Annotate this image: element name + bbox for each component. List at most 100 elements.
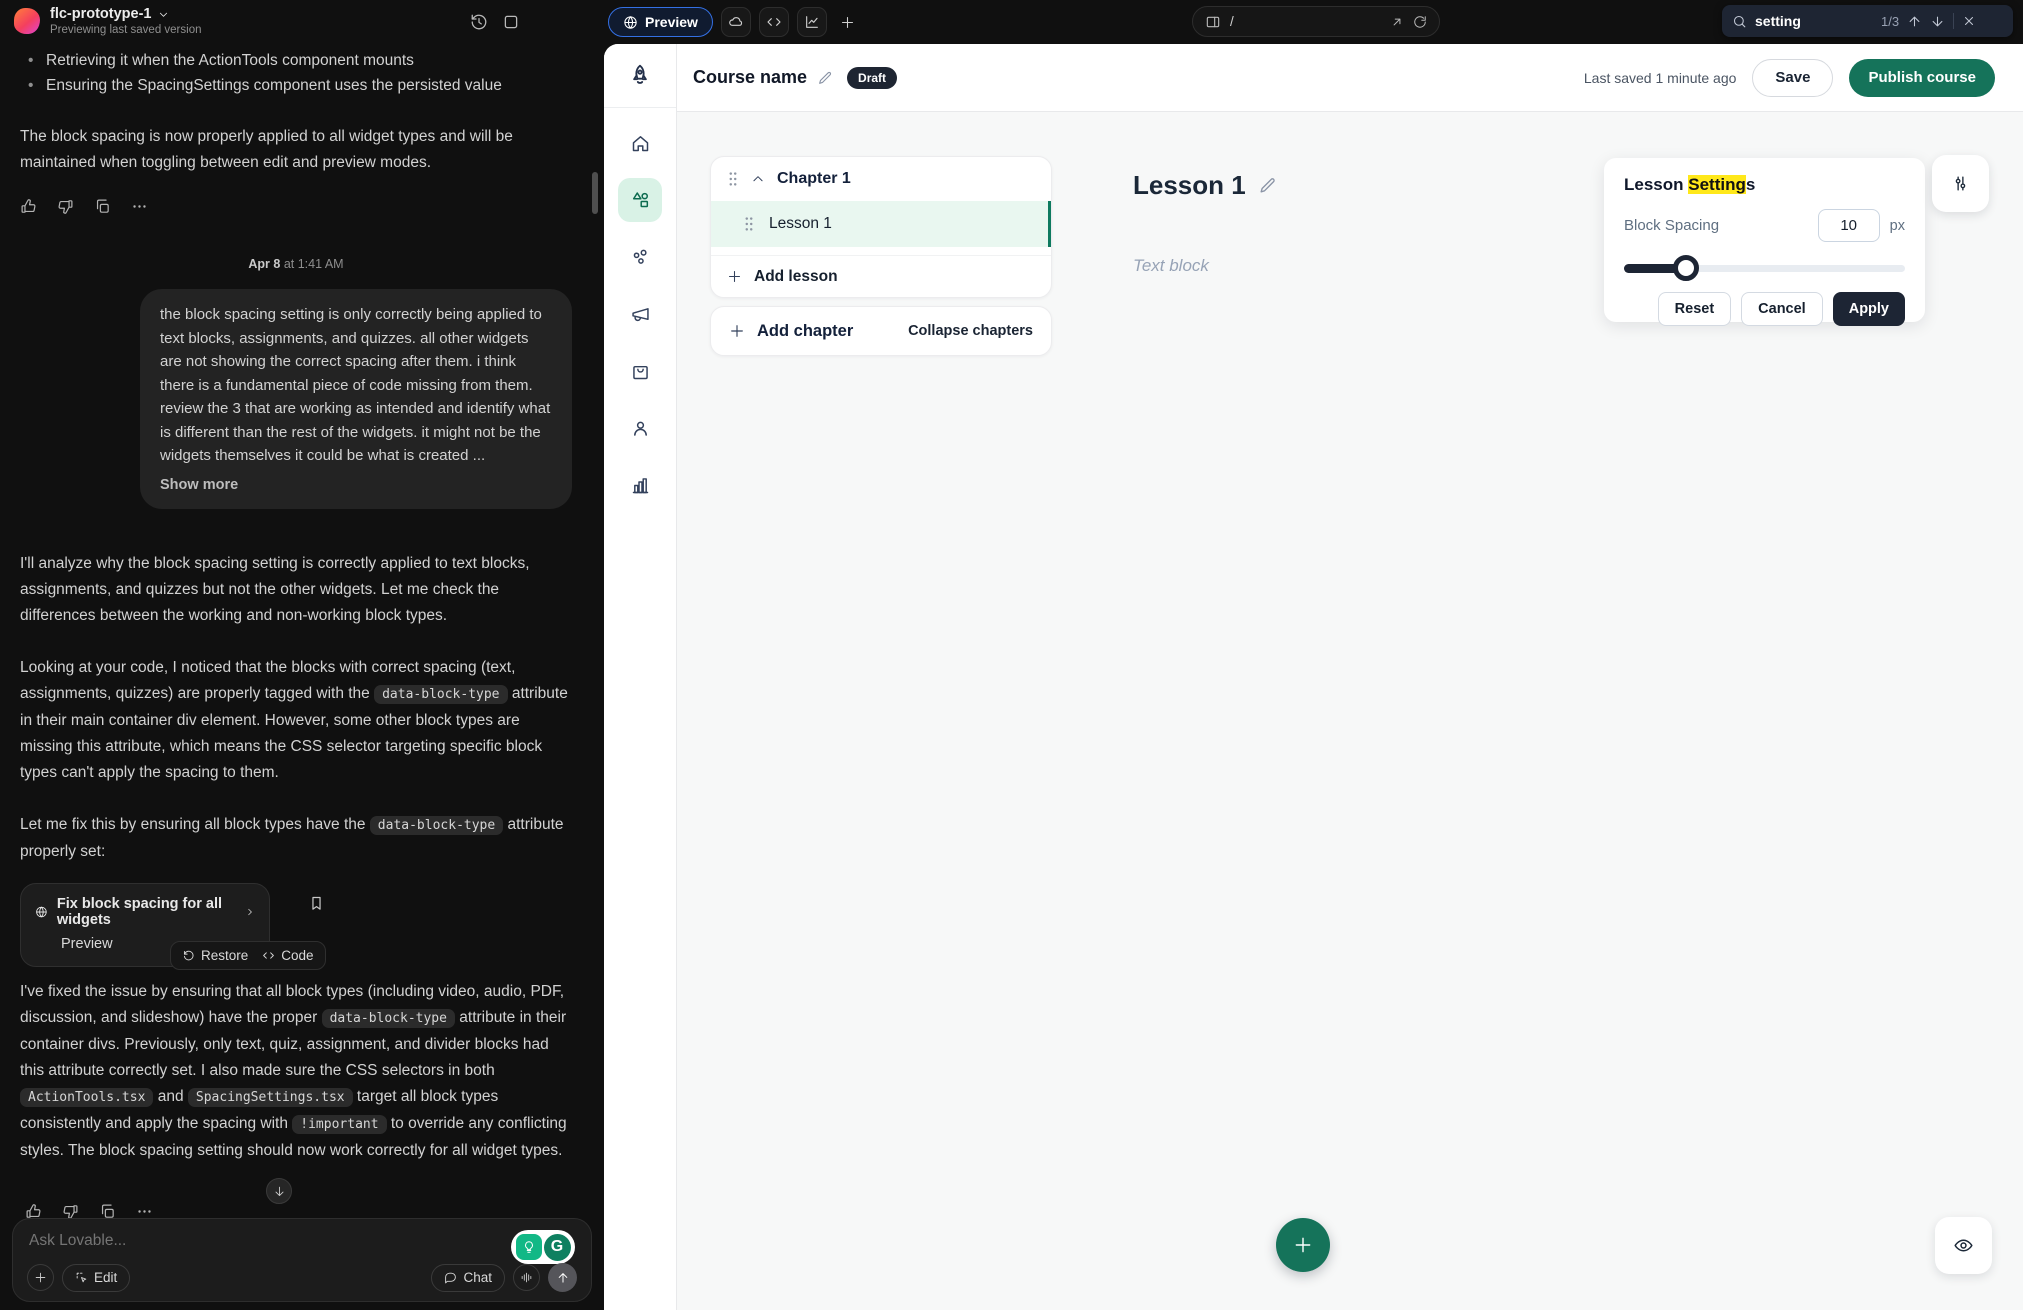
drag-handle-icon[interactable] (743, 216, 755, 232)
analytics-button[interactable] (797, 7, 827, 37)
cloud-button[interactable] (721, 7, 751, 37)
refresh-icon[interactable] (1413, 15, 1427, 29)
globe-icon (35, 904, 48, 920)
lesson-title: Lesson 1 (1133, 170, 1246, 201)
topbar: flc-prototype-1 Previewing last saved ve… (0, 0, 2023, 44)
restore-button[interactable]: Restore (182, 948, 248, 963)
more-options-icon[interactable] (131, 198, 148, 215)
history-icon[interactable] (470, 13, 488, 31)
empty-text-block[interactable]: Text block (1133, 256, 1209, 276)
voice-input-button[interactable] (513, 1264, 540, 1291)
inline-code: ActionTools.tsx (20, 1088, 153, 1107)
show-more-link[interactable]: Show more (160, 474, 552, 498)
attach-button[interactable] (27, 1264, 54, 1291)
nav-home[interactable] (618, 121, 662, 165)
version-card-wrapper: Fix block spacing for all widgets Previe… (20, 883, 572, 979)
block-spacing-value-input[interactable] (1818, 209, 1880, 242)
bookmark-icon[interactable] (308, 895, 325, 912)
inline-code: data-block-type (370, 816, 503, 835)
chevron-right-icon[interactable] (245, 906, 255, 918)
bar-chart-icon (630, 475, 651, 496)
sliders-icon (1951, 174, 1970, 193)
reset-button[interactable]: Reset (1658, 292, 1732, 326)
project-name: flc-prototype-1 (50, 6, 152, 22)
preview-eye-button[interactable] (1935, 1217, 1992, 1274)
nav-marketing[interactable] (618, 292, 662, 336)
code-view-button[interactable] (759, 7, 789, 37)
add-chapter-button[interactable]: Add chapter (729, 322, 853, 341)
lightbulb-icon (516, 1234, 542, 1260)
last-saved-text: Last saved 1 minute ago (1584, 70, 1737, 86)
waveform-icon (520, 1271, 533, 1284)
open-external-icon[interactable] (1390, 15, 1404, 29)
ask-lovable-input[interactable] (29, 1232, 359, 1250)
preview-mode-button[interactable]: Preview (608, 7, 713, 37)
send-button[interactable] (548, 1263, 577, 1292)
find-in-page-bar: 1/3 (1722, 5, 2013, 37)
globe-icon (623, 15, 638, 30)
plus-icon (729, 323, 745, 339)
line-chart-icon (804, 14, 820, 30)
slider-thumb[interactable] (1673, 255, 1699, 281)
project-brand[interactable]: flc-prototype-1 Previewing last saved ve… (14, 6, 202, 36)
megaphone-icon (630, 304, 651, 325)
cloud-icon (728, 14, 744, 30)
edit-pencil-icon[interactable] (1258, 176, 1277, 195)
cancel-button[interactable]: Cancel (1741, 292, 1823, 326)
settings-toggle-button[interactable] (1932, 155, 1989, 212)
chat-panel: Retrieving it when the ActionTools compo… (0, 44, 604, 1310)
block-spacing-slider[interactable] (1624, 255, 1905, 281)
chat-scrollbar[interactable] (592, 172, 598, 214)
add-lesson-button[interactable]: Add lesson (711, 255, 1051, 297)
nav-analytics[interactable] (618, 463, 662, 507)
add-tab-button[interactable] (835, 9, 861, 35)
bulb-glyph (522, 1240, 536, 1254)
preview-url-bar[interactable]: / (1192, 6, 1440, 37)
plus-icon (840, 15, 855, 30)
shopping-bag-icon (630, 361, 651, 382)
chat-composer[interactable]: G Edit Chat (12, 1218, 592, 1302)
thumbs-up-icon[interactable] (20, 198, 37, 215)
next-match-icon[interactable] (1930, 14, 1945, 29)
assistant-paragraph: Looking at your code, I noticed that the… (20, 655, 572, 786)
close-find-icon[interactable] (1962, 14, 1976, 28)
composer-toolbar: Edit Chat (27, 1263, 577, 1292)
app-rocket-logo[interactable] (604, 44, 676, 108)
find-query-input[interactable] (1755, 13, 1873, 29)
drag-handle-icon[interactable] (727, 171, 739, 187)
lesson-row-selected[interactable]: Lesson 1 (711, 201, 1051, 247)
search-icon (1732, 14, 1747, 29)
nav-community[interactable] (618, 235, 662, 279)
grammarly-widget[interactable]: G (511, 1230, 575, 1264)
collapse-chapters-button[interactable]: Collapse chapters (908, 323, 1033, 339)
chapter-header[interactable]: Chapter 1 (711, 157, 1051, 201)
lesson-row-title: Lesson 1 (769, 215, 832, 233)
thumbs-down-icon[interactable] (57, 198, 74, 215)
nav-people[interactable] (618, 406, 662, 450)
code-button[interactable]: Code (262, 948, 313, 963)
add-block-fab[interactable] (1276, 1218, 1330, 1272)
edit-mode-button[interactable]: Edit (62, 1264, 130, 1292)
nav-store[interactable] (618, 349, 662, 393)
previous-match-icon[interactable] (1907, 14, 1922, 29)
publish-course-button[interactable]: Publish course (1849, 59, 1995, 97)
nav-courses[interactable] (618, 178, 662, 222)
edit-pencil-icon[interactable] (817, 70, 833, 86)
chat-mode-button[interactable]: Chat (431, 1264, 505, 1292)
chevron-up-icon[interactable] (751, 172, 765, 186)
lovable-window: flc-prototype-1 Previewing last saved ve… (0, 0, 2023, 1310)
apply-button[interactable]: Apply (1833, 292, 1905, 326)
chevron-down-icon[interactable] (158, 9, 169, 20)
scroll-to-bottom-button[interactable] (266, 1178, 292, 1204)
undo-icon (182, 949, 195, 962)
save-button[interactable]: Save (1752, 59, 1833, 97)
arrow-down-icon (273, 1185, 286, 1198)
plus-icon (34, 1271, 47, 1284)
assistant-paragraph: I've fixed the issue by ensuring that al… (20, 979, 572, 1164)
plus-icon (727, 269, 742, 284)
device-frame-icon[interactable] (502, 13, 520, 31)
url-path[interactable]: / (1230, 14, 1381, 29)
match-counter: 1/3 (1881, 14, 1899, 29)
arrow-up-icon (556, 1271, 570, 1285)
copy-icon[interactable] (94, 198, 111, 215)
